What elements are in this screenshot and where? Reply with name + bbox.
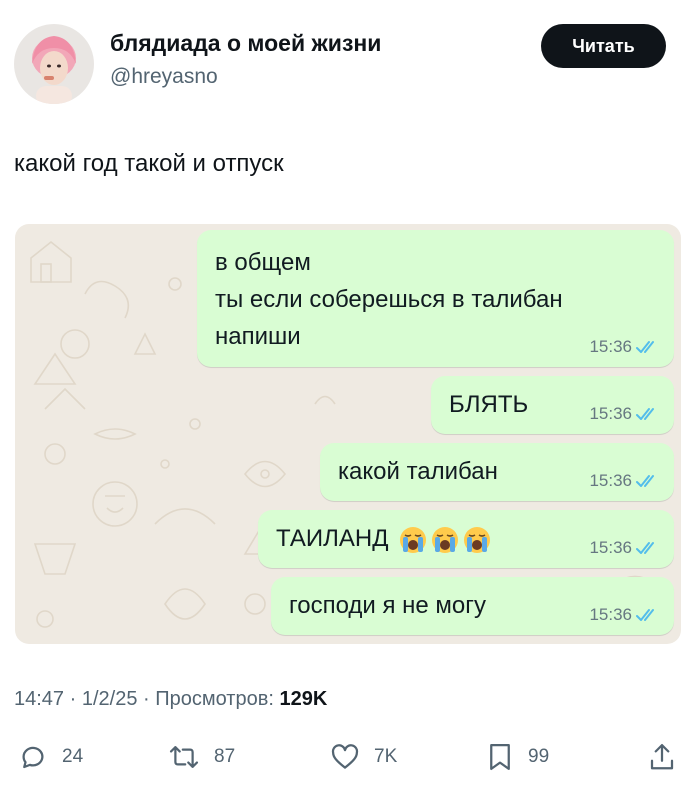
reply-count: 24 [62,746,84,767]
bookmark-button[interactable]: 99 [486,742,549,772]
author-display-name[interactable]: блядиада о моей жизни [110,30,381,57]
read-receipt-icon [636,341,654,353]
read-receipt-icon [636,609,654,621]
author-handle[interactable]: @hreyasno [110,65,218,89]
views-count: 129K [279,688,328,710]
message-text: БЛЯТЬ [449,391,529,418]
message-line: ты если соберешься в талибан [215,286,563,313]
message-text: ТАИЛАНД [276,520,491,557]
read-receipt-icon [636,475,654,487]
loudly-crying-face-emoji [464,526,491,553]
tweet-date[interactable]: 1/2/25 [82,688,138,710]
like-icon [331,744,359,769]
message-text: какой талибан [338,458,498,485]
like-count: 7K [374,746,398,767]
message-text-content: ТАИЛАНД [276,525,389,552]
reply-button[interactable]: 24 [18,742,83,772]
chat-message-2[interactable]: БЛЯТЬ 15:36 [431,376,674,434]
read-receipt-icon [636,542,654,554]
bookmark-icon [490,744,510,770]
bookmark-count: 99 [528,746,550,767]
chat-message-3[interactable]: какой талибан 15:36 [320,443,674,501]
message-time: 15:36 [589,471,632,490]
chat-screenshot[interactable]: в общем ты если соберешься в талибан нап… [15,224,681,644]
loudly-crying-face-emoji [432,526,459,553]
tweet-metadata: 14:47 · 1/2/25 · Просмотров: 129K [14,688,327,711]
loudly-crying-face-emoji [400,526,427,553]
repost-icon [169,746,199,768]
reply-icon [22,746,44,769]
repost-button[interactable]: 87 [168,742,235,772]
follow-button[interactable]: Читать [541,24,666,68]
share-button[interactable] [648,742,676,772]
message-line: в общем [215,249,311,276]
share-icon [650,744,674,770]
message-text: господи я не могу [289,592,487,619]
chat-message-1[interactable]: в общем ты если соберешься в талибан нап… [197,230,674,367]
meta-separator: · [69,688,82,710]
tweet-time[interactable]: 14:47 [14,688,64,710]
message-line: напиши [215,323,301,350]
views-label: Просмотров: [155,688,274,710]
chat-message-4[interactable]: ТАИЛАНД 15:36 [258,510,674,568]
chat-message-5[interactable]: господи я не могу 15:36 [271,577,674,635]
meta-separator: · [143,688,156,710]
avatar-image [14,24,94,104]
tweet-text: какой год такой и отпуск [14,150,284,177]
message-time: 15:36 [589,538,632,557]
message-time: 15:36 [589,337,632,356]
repost-count: 87 [214,746,236,767]
read-receipt-icon [636,408,654,420]
like-button[interactable]: 7K [330,742,397,772]
message-time: 15:36 [589,605,632,624]
avatar[interactable] [14,24,94,104]
message-time: 15:36 [589,404,632,423]
